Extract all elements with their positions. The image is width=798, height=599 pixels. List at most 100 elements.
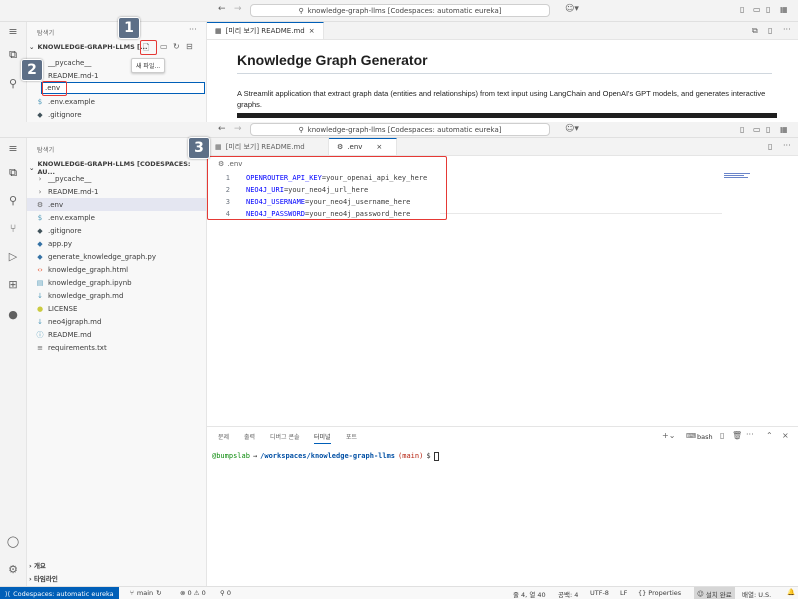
terminal-prompt[interactable]: @bumpslab → /workspaces/knowledge-graph-… (212, 452, 439, 461)
tree-item[interactable]: ◆ generate_knowledge_graph.py (27, 250, 206, 263)
refresh-icon[interactable]: ↻ (173, 42, 180, 51)
new-folder-icon[interactable]: ▭ (160, 42, 168, 51)
collapse-all-icon[interactable]: ⊟ (186, 42, 193, 51)
tree-item-pycache[interactable]: › __pycache__ (35, 56, 92, 69)
account-icon[interactable]: ◯ (6, 535, 20, 549)
minimap (724, 172, 750, 180)
bottom-command-center[interactable]: ⚲ knowledge-graph-llms [Codespaces: auto… (250, 123, 550, 136)
tree-item[interactable]: ↓ neo4jgraph.md (27, 315, 206, 328)
close-panel-icon[interactable]: × (782, 431, 789, 440)
section-title: KNOWLEDGE-GRAPH-LLMS [... (37, 43, 148, 51)
prompt-user: @bumpslab (212, 452, 250, 460)
tree-item[interactable]: ◆ app.py (27, 237, 206, 250)
back-arrow-icon[interactable]: ← (218, 4, 226, 14)
braces-icon: {} (638, 589, 647, 597)
split-terminal-icon[interactable]: ▯ (720, 431, 724, 440)
tree-item[interactable]: › __pycache__ (27, 172, 206, 185)
prompt-path: /workspaces/knowledge-graph-llms (260, 452, 396, 460)
ports-indicator[interactable]: ⚲ 0 (220, 589, 231, 597)
indentation[interactable]: 공백: 4 (558, 589, 578, 599)
tree-item[interactable]: ⚙ .env (27, 198, 206, 211)
close-icon[interactable]: × (376, 143, 382, 151)
tab-readme-preview[interactable]: ▦ [미리 보기] README.md (207, 138, 329, 155)
split-editor-icon[interactable]: ▯ (768, 142, 772, 151)
remote-indicator[interactable]: ⟩⟨ Codespaces: automatic eureka (0, 587, 119, 599)
more-actions-icon[interactable]: ··· (189, 25, 197, 34)
language-mode[interactable]: {} Properties (638, 589, 681, 597)
tree-item-gitignore[interactable]: ◆ .gitignore (35, 108, 81, 121)
explorer-icon[interactable]: ⧉ (6, 166, 20, 180)
forward-arrow-icon[interactable]: → (234, 124, 242, 134)
tree-item-env-example[interactable]: $ .env.example (35, 95, 95, 108)
customize-layout-icon[interactable]: ▦ (780, 125, 788, 134)
tree-item-label: generate_knowledge_graph.py (48, 252, 156, 261)
search-icon[interactable]: ⚲ (6, 194, 20, 208)
tree-item[interactable]: $ .env.example (27, 211, 206, 224)
terminal-shell-label[interactable]: bash (697, 433, 713, 441)
menu-icon[interactable]: ≡ (6, 142, 20, 156)
timeline-section[interactable]: › 타임라인 (29, 573, 58, 583)
tree-item-label: .env.example (48, 213, 95, 222)
panel-tab[interactable]: 터미널 (314, 432, 331, 444)
install-status[interactable]: ☺ 설치 완료 (694, 587, 735, 599)
panel-tab[interactable]: 출력 (244, 432, 255, 441)
tab-env[interactable]: ⚙ .env × (329, 138, 397, 155)
maximize-panel-icon[interactable]: ⌃ (766, 431, 773, 440)
keyboard-layout[interactable]: 배열: U.S. (742, 589, 771, 599)
back-arrow-icon[interactable]: ← (218, 124, 226, 134)
tree-item[interactable]: ‹› knowledge_graph.html (27, 263, 206, 276)
github-icon[interactable]: ● (6, 308, 20, 322)
layout-secondary-icon[interactable]: ▯ (766, 125, 770, 134)
python-icon: ◆ (37, 239, 43, 248)
outline-section[interactable]: › 개요 (29, 560, 46, 570)
end-of-line[interactable]: LF (620, 589, 627, 597)
tree-item[interactable]: ↓ knowledge_graph.md (27, 289, 206, 302)
source-control-icon[interactable]: ⑂ (6, 222, 20, 236)
section-header[interactable]: ⌄ KNOWLEDGE-GRAPH-LLMS [... (29, 43, 147, 51)
tree-item[interactable]: › README.md-1 (27, 185, 206, 198)
layout-sidebar-icon[interactable]: ▯ (740, 5, 744, 14)
tree-item[interactable]: ▤ knowledge_graph.ipynb (27, 276, 206, 289)
run-debug-icon[interactable]: ▷ (6, 250, 20, 264)
search-icon[interactable]: ⚲ (6, 77, 20, 91)
panel-tab[interactable]: 디버그 콘솔 (270, 432, 300, 441)
menu-icon[interactable]: ≡ (6, 25, 20, 39)
highlight-rename-input (42, 81, 67, 96)
tree-item[interactable]: ⓘ README.md (27, 328, 206, 341)
more-actions-icon[interactable]: ··· (783, 25, 791, 34)
customize-layout-icon[interactable]: ▦ (780, 5, 788, 14)
tree-item[interactable]: ≡ requirements.txt (27, 341, 206, 354)
copilot-icon[interactable]: ☺▾ (565, 124, 579, 134)
layout-sidebar-icon[interactable]: ▯ (740, 125, 744, 134)
cursor-position[interactable]: 줄 4, 열 40 (513, 589, 546, 599)
dollar-icon: $ (37, 97, 43, 106)
problems-indicator[interactable]: ⊗ 0 ⚠ 0 (180, 589, 206, 597)
top-command-center[interactable]: ⚲ knowledge-graph-llms [Codespaces: auto… (250, 4, 550, 17)
more-actions-icon[interactable]: ··· (746, 430, 754, 439)
panel-tab[interactable]: 문제 (218, 432, 229, 441)
trash-icon[interactable]: 🗑 (732, 431, 742, 440)
tree-item[interactable]: ◆ .gitignore (27, 224, 206, 237)
notifications-icon[interactable]: 🔔 (787, 588, 795, 596)
search-icon: ⚲ (298, 125, 304, 134)
panel-tab[interactable]: 포트 (346, 432, 357, 441)
remote-icon: ⟩⟨ (5, 589, 11, 598)
branch-indicator[interactable]: ⑂ main ↻ (130, 589, 162, 597)
forward-arrow-icon[interactable]: → (234, 4, 242, 14)
chevron-right-icon: › (38, 187, 42, 196)
tab-readme-preview[interactable]: ▦ [미리 보기] README.md × (207, 22, 324, 39)
split-editor-icon[interactable]: ▯ (768, 26, 772, 35)
layout-secondary-icon[interactable]: ▯ (766, 5, 770, 14)
more-actions-icon[interactable]: ··· (783, 141, 791, 150)
extensions-icon[interactable]: ⊞ (6, 278, 20, 292)
explorer-icon[interactable]: ⧉ (6, 48, 20, 62)
new-terminal-icon[interactable]: +⌄ (662, 431, 675, 440)
layout-panel-icon[interactable]: ▭ (753, 125, 761, 134)
encoding[interactable]: UTF-8 (590, 589, 609, 597)
open-preview-icon[interactable]: ⧉ (752, 26, 758, 36)
copilot-icon[interactable]: ☺▾ (565, 4, 579, 14)
settings-gear-icon[interactable]: ⚙ (6, 563, 20, 577)
tree-item[interactable]: ● LICENSE (27, 302, 206, 315)
layout-panel-icon[interactable]: ▭ (753, 5, 761, 14)
close-icon[interactable]: × (309, 27, 315, 35)
